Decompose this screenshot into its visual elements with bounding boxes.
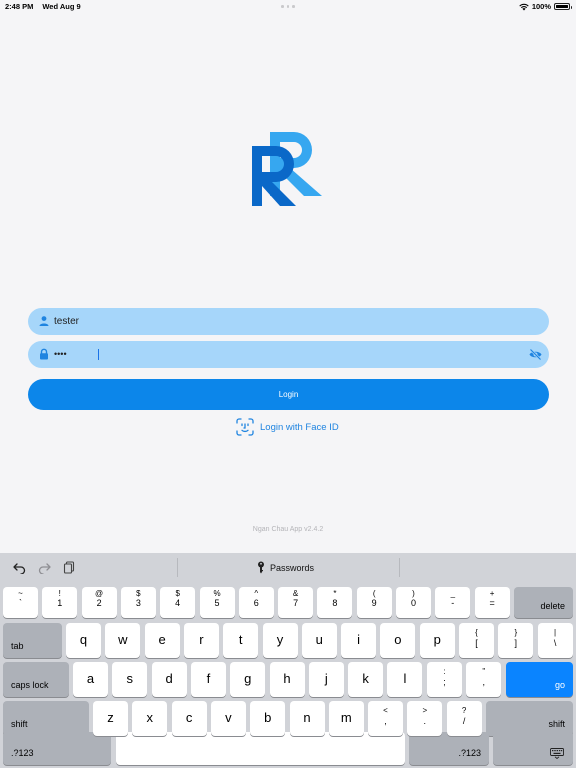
letter-key-b[interactable]: b	[250, 701, 286, 736]
go-key[interactable]: go	[506, 662, 573, 697]
letter-key-v[interactable]: v	[210, 701, 246, 736]
letter-key-z[interactable]: z	[93, 701, 128, 736]
letter-key-p[interactable]: p	[419, 623, 455, 658]
letter-key-x[interactable]: x	[132, 701, 168, 736]
passwords-button[interactable]: Passwords	[257, 561, 314, 574]
letter-key-y[interactable]: y	[262, 623, 298, 658]
letter-key-l[interactable]: l	[387, 662, 423, 697]
battery-percent: 100%	[531, 2, 551, 11]
tab-key[interactable]: tab	[3, 623, 62, 658]
toolbar-divider	[177, 558, 178, 577]
shift-right-key[interactable]: shift	[486, 701, 573, 736]
numbers-left-key[interactable]: .?123	[3, 732, 111, 765]
number-key[interactable]: $ 3	[120, 587, 156, 618]
caps-lock-key[interactable]: caps lock	[3, 662, 69, 697]
password-field[interactable]: ••••	[28, 341, 549, 368]
faceid-login-link[interactable]: Login with Face ID	[236, 418, 339, 436]
symbol-key[interactable]: > .	[407, 701, 443, 736]
user-icon	[39, 316, 49, 326]
symbol-key[interactable]: " ,	[466, 662, 502, 697]
letter-key-n[interactable]: n	[289, 701, 325, 736]
number-key[interactable]: + =	[474, 587, 510, 618]
keyboard-dismiss-key[interactable]	[493, 732, 573, 765]
keyboard-dismiss-icon	[550, 748, 564, 759]
number-key[interactable]: ! 1	[42, 587, 78, 618]
status-bar: 2:48 PM Wed Aug 9 100%	[0, 0, 576, 14]
battery-icon	[554, 3, 572, 10]
letter-key-c[interactable]: c	[171, 701, 207, 736]
letter-key-a[interactable]: a	[73, 662, 108, 697]
key-icon	[258, 561, 264, 574]
letter-key-r[interactable]: r	[183, 623, 219, 658]
undo-icon[interactable]	[13, 561, 26, 574]
letter-key-d[interactable]: d	[151, 662, 187, 697]
number-key[interactable]: ^ 6	[238, 587, 274, 618]
status-date: Wed Aug 9	[42, 2, 81, 11]
faceid-icon	[236, 418, 254, 436]
number-key[interactable]: $ 4	[160, 587, 196, 618]
login-button[interactable]: Login	[28, 379, 549, 410]
letter-key-g[interactable]: g	[230, 662, 266, 697]
onscreen-keyboard: Passwords delete tab caps lock go shift …	[0, 553, 576, 768]
app-logo	[252, 132, 322, 206]
redo-icon[interactable]	[38, 561, 51, 574]
letter-key-f[interactable]: f	[190, 662, 226, 697]
letter-key-i[interactable]: i	[341, 623, 377, 658]
letter-key-k[interactable]: k	[348, 662, 384, 697]
number-key[interactable]: & 7	[278, 587, 314, 618]
letter-key-s[interactable]: s	[112, 662, 148, 697]
symbol-key[interactable]: { [	[459, 623, 494, 658]
number-key[interactable]: ~ `	[3, 587, 38, 618]
number-key[interactable]: _ -	[435, 587, 471, 618]
letter-key-w[interactable]: w	[105, 623, 141, 658]
text-caret	[98, 349, 99, 360]
multitasking-dots[interactable]	[281, 5, 295, 8]
delete-key[interactable]: delete	[514, 587, 573, 618]
password-input[interactable]: ••••	[54, 349, 517, 366]
username-input[interactable]	[54, 313, 517, 330]
letter-key-j[interactable]: j	[308, 662, 344, 697]
numbers-right-key[interactable]: .?123	[409, 732, 489, 765]
toolbar-divider	[399, 558, 400, 577]
faceid-label: Login with Face ID	[260, 421, 339, 433]
symbol-key[interactable]: } ]	[498, 623, 534, 658]
letter-key-o[interactable]: o	[380, 623, 416, 658]
letter-key-q[interactable]: q	[66, 623, 101, 658]
lock-icon	[40, 348, 48, 360]
letter-key-m[interactable]: m	[328, 701, 364, 736]
symbol-key[interactable]: < ,	[368, 701, 403, 736]
number-key[interactable]: % 5	[199, 587, 235, 618]
shift-left-key[interactable]: shift	[3, 701, 89, 736]
letter-key-u[interactable]: u	[301, 623, 337, 658]
symbol-key[interactable]: | \	[537, 623, 573, 658]
letter-key-e[interactable]: e	[144, 623, 180, 658]
passwords-label: Passwords	[270, 562, 315, 573]
status-time: 2:48 PM	[5, 2, 34, 11]
app-version: Ngan Chau App v2.4.2	[252, 526, 324, 533]
number-key[interactable]: @ 2	[81, 587, 117, 618]
number-key[interactable]: ) 0	[396, 587, 431, 618]
eye-slash-icon[interactable]	[528, 347, 543, 362]
username-field[interactable]	[28, 308, 549, 335]
keyboard-toolbar: Passwords	[0, 553, 576, 582]
symbol-key[interactable]: ? /	[446, 701, 482, 736]
wifi-icon	[519, 3, 529, 10]
number-key[interactable]: * 8	[317, 587, 353, 618]
space-key[interactable]	[116, 732, 405, 765]
number-key[interactable]: ( 9	[356, 587, 392, 618]
letter-key-h[interactable]: h	[269, 662, 305, 697]
clipboard-icon[interactable]	[63, 561, 76, 574]
letter-key-t[interactable]: t	[223, 623, 259, 658]
symbol-key[interactable]: : ;	[427, 662, 462, 697]
